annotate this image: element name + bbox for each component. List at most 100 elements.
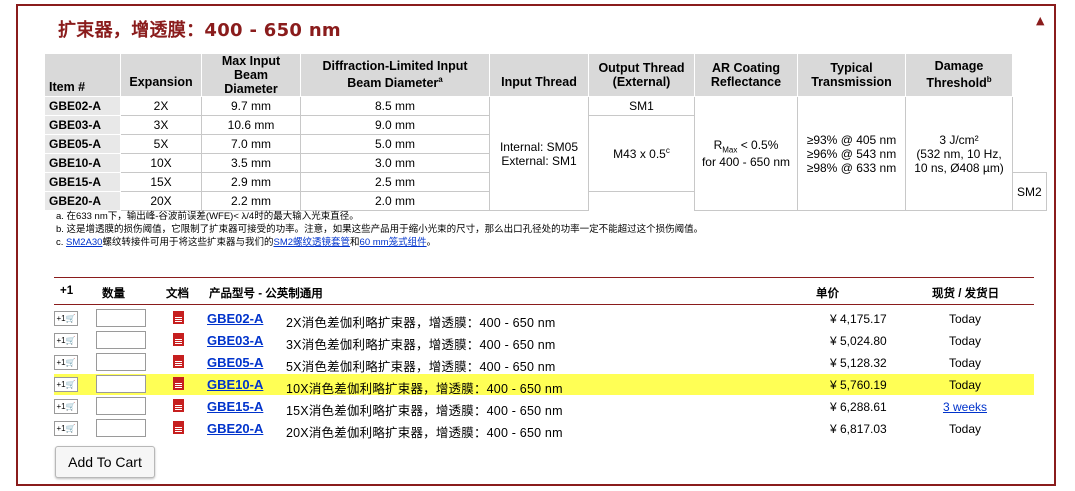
quantity-input[interactable] [96, 331, 146, 349]
unit-price: ¥ 5,024.80 [830, 334, 887, 348]
spec-expansion: 2X [120, 96, 202, 116]
spec-max-input: 9.7 mm [201, 96, 301, 116]
spec-input-thread: Internal: SM05 External: SM1 [489, 96, 589, 211]
cart-header-qty: 数量 [102, 288, 125, 300]
spec-diffraction: 8.5 mm [300, 96, 490, 116]
quantity-input[interactable] [96, 419, 146, 437]
availability: Today [948, 378, 982, 392]
spec-output-sm1: SM1 [588, 96, 695, 116]
spec-item: GBE03-A [44, 115, 121, 135]
quantity-input[interactable] [96, 397, 146, 415]
spec-max-input: 3.5 mm [201, 153, 301, 173]
availability: Today [948, 356, 982, 370]
footnotes: a. 在633 nm下，输出峰-谷波前误差(WFE)< λ/4时的最大输入光束直… [56, 210, 703, 249]
cart-row: +1🛒 GBE02-A 2X消色差伽利略扩束器，增透膜：400 - 650 nm… [54, 308, 1034, 330]
part-number-link[interactable]: GBE20-A [207, 421, 263, 436]
quantity-input[interactable] [96, 375, 146, 393]
pdf-document-icon[interactable] [173, 355, 184, 368]
spec-max-input: 7.0 mm [201, 134, 301, 154]
add-one-cart-icon[interactable]: +1🛒 [54, 421, 78, 436]
spec-max-input: 2.2 mm [201, 191, 301, 211]
part-number-link[interactable]: GBE15-A [207, 399, 263, 414]
unit-price: ¥ 5,760.19 [830, 378, 887, 392]
cart-row: +1🛒 GBE05-A 5X消色差伽利略扩束器，增透膜：400 - 650 nm… [54, 352, 1034, 374]
spec-expansion: 20X [120, 191, 202, 211]
header-diffraction: Diffraction-Limited Input Beam Diametera [300, 53, 490, 97]
header-expansion: Expansion [120, 53, 202, 97]
product-description: 5X消色差伽利略扩束器，增透膜：400 - 650 nm [286, 360, 556, 374]
part-number-link[interactable]: GBE10-A [207, 377, 263, 392]
cage-system-link[interactable]: 60 mm笼式组件 [360, 237, 427, 248]
spec-item: GBE02-A [44, 96, 121, 116]
header-ar-coating: AR Coating Reflectance [694, 53, 798, 97]
availability-link[interactable]: 3 weeks [934, 400, 996, 414]
header-max-input: Max Input Beam Diameter [201, 53, 301, 97]
spec-expansion: 15X [120, 172, 202, 192]
spec-item: GBE15-A [44, 172, 121, 192]
collapse-arrow-icon[interactable]: ▲ [1036, 14, 1044, 27]
spec-diffraction: 9.0 mm [300, 115, 490, 135]
add-one-cart-icon[interactable]: +1🛒 [54, 399, 78, 414]
add-one-cart-icon[interactable]: +1🛒 [54, 333, 78, 348]
spec-expansion: 5X [120, 134, 202, 154]
cart-header-price: 单价 [816, 288, 839, 300]
add-one-cart-icon[interactable]: +1🛒 [54, 355, 78, 370]
pdf-document-icon[interactable] [173, 421, 184, 434]
add-to-cart-button[interactable]: Add To Cart [55, 446, 155, 478]
spec-max-input: 2.9 mm [201, 172, 301, 192]
header-item: Item # [44, 53, 121, 97]
header-input-thread: Input Thread [489, 53, 589, 97]
product-description: 2X消色差伽利略扩束器，增透膜：400 - 650 nm [286, 316, 556, 330]
spec-transmission: ≥93% @ 405 nm ≥96% @ 543 nm ≥98% @ 633 nm [797, 96, 906, 211]
product-description: 20X消色差伽利略扩束器，增透膜：400 - 650 nm [286, 426, 563, 440]
sm2-lens-tube-link[interactable]: SM2螺纹透镜套管 [273, 237, 350, 248]
spec-output-m43: M43 x 0.5c [588, 115, 695, 192]
product-description: 15X消色差伽利略扩束器，增透膜：400 - 650 nm [286, 404, 563, 418]
availability: Today [948, 312, 982, 326]
spec-table: Item # Expansion Max Input Beam Diameter… [44, 53, 1047, 211]
cart-divider-top [54, 277, 1034, 278]
spec-item: GBE05-A [44, 134, 121, 154]
product-description: 3X消色差伽利略扩束器，增透膜：400 - 650 nm [286, 338, 556, 352]
spec-diffraction: 5.0 mm [300, 134, 490, 154]
unit-price: ¥ 6,288.61 [830, 400, 887, 414]
footnote-a: a. 在633 nm下，输出峰-谷波前误差(WFE)< λ/4时的最大输入光束直… [56, 211, 359, 222]
cart-divider-header [54, 304, 1034, 305]
spec-output-sm2: SM2 [1012, 172, 1047, 211]
cart-header-doc: 文档 [166, 288, 189, 300]
cart-row-highlighted: +1🛒 GBE10-A 10X消色差伽利略扩束器，增透膜：400 - 650 n… [54, 374, 1034, 396]
quantity-input[interactable] [96, 309, 146, 327]
product-description: 10X消色差伽利略扩束器，增透膜：400 - 650 nm [286, 382, 563, 396]
spec-diffraction: 2.5 mm [300, 172, 490, 192]
sm2a30-link[interactable]: SM2A30 [66, 237, 102, 248]
availability: Today [948, 422, 982, 436]
add-one-cart-icon[interactable]: +1🛒 [54, 311, 78, 326]
part-number-link[interactable]: GBE05-A [207, 355, 263, 370]
pdf-document-icon[interactable] [173, 311, 184, 324]
pdf-document-icon[interactable] [173, 399, 184, 412]
pdf-document-icon[interactable] [173, 377, 184, 390]
spec-item: GBE10-A [44, 153, 121, 173]
part-number-link[interactable]: GBE03-A [207, 333, 263, 348]
cart-row: +1🛒 GBE20-A 20X消色差伽利略扩束器，增透膜：400 - 650 n… [54, 418, 1034, 440]
spec-expansion: 3X [120, 115, 202, 135]
pdf-document-icon[interactable] [173, 333, 184, 346]
quantity-input[interactable] [96, 353, 146, 371]
header-damage: Damage Thresholdb [905, 53, 1013, 97]
cart-row: +1🛒 GBE03-A 3X消色差伽利略扩束器，增透膜：400 - 650 nm… [54, 330, 1034, 352]
spec-item: GBE20-A [44, 191, 121, 211]
unit-price: ¥ 6,817.03 [830, 422, 887, 436]
spec-max-input: 10.6 mm [201, 115, 301, 135]
add-one-cart-icon[interactable]: +1🛒 [54, 377, 78, 392]
section-title: 扩束器，增透膜：400 - 650 nm [58, 20, 341, 41]
unit-price: ¥ 4,175.17 [830, 312, 887, 326]
cart-row: +1🛒 GBE15-A 15X消色差伽利略扩束器，增透膜：400 - 650 n… [54, 396, 1034, 418]
cart-header-product: 产品型号 - 公英制通用 [209, 288, 323, 300]
spec-damage: 3 J/cm² (532 nm, 10 Hz, 10 ns, Ø408 µm) [905, 96, 1013, 211]
part-number-link[interactable]: GBE02-A [207, 311, 263, 326]
availability: Today [948, 334, 982, 348]
footnote-b: b. 这是增透膜的损伤阈值，它限制了扩束器可接受的功率。注意，如果这些产品用于缩… [56, 224, 704, 235]
spec-expansion: 10X [120, 153, 202, 173]
header-transmission: Typical Transmission [797, 53, 906, 97]
cart-header-add: +1 [60, 285, 74, 297]
